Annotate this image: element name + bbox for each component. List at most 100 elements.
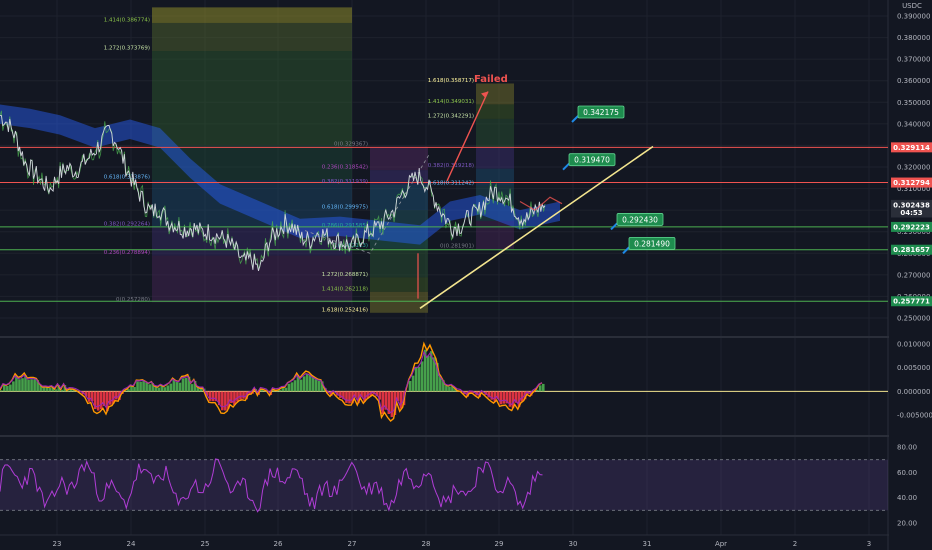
price-tag-text: 0.312794 [893,179,930,187]
fib-level-label: 1.414(0.262118) [322,286,368,292]
macd-histogram-bar [21,378,24,392]
trading-chart[interactable]: 1.414(0.386774) 1.272(0.373769) 0.618(0.31… [0,0,932,550]
macd-histogram-bar [148,384,151,392]
fib-zone [370,146,428,171]
price-callout[interactable]: 0.281490 [622,236,676,255]
macd-histogram-bar [48,387,52,392]
time-tick-label: 3 [867,540,871,548]
macd-histogram-bar [87,391,91,402]
price-tick-label: 0.370000 [897,56,930,64]
macd-histogram-bar [339,391,342,398]
macd-histogram-bar [178,382,182,392]
macd-histogram-bar [166,385,170,392]
macd-histogram-bar [199,388,203,392]
price-tick-label: 0.340000 [897,120,930,128]
macd-histogram-bar [99,391,103,410]
time-tick-label: 30 [569,540,578,548]
macd-histogram-bar [127,389,130,392]
fib-zone [476,147,514,169]
time-tick-label: 28 [422,540,431,548]
fib-level-label: 0.382(0.319218) [428,163,474,169]
macd-histogram-bar [96,391,100,411]
macd-histogram-bar [311,377,315,392]
macd-histogram-bar [290,382,294,392]
currency-label: USDC [902,2,922,10]
time-tick-label: Apr [715,540,727,548]
macd-histogram-bar [305,373,309,392]
time-tick-label: 25 [201,540,210,548]
macd-histogram-bar [142,381,145,392]
macd-histogram-bar [139,381,142,392]
macd-histogram-bar [381,391,385,414]
callout-pointer [610,222,618,231]
macd-histogram-bar [281,388,285,392]
macd-histogram-bar [390,391,394,418]
time-tick-label: 23 [53,540,62,548]
price-tag-text: 0.281657 [893,246,930,254]
fib-zone [476,168,514,186]
fib-zone [476,220,514,250]
macd-tick-label: -0.005000 [897,412,932,420]
fib-level-label: 1.618(0.358717) [428,78,474,84]
macd-histogram-bar [287,383,291,392]
macd-histogram-bar [6,386,9,392]
macd-histogram-bar [236,391,239,402]
macd-histogram-bar [184,377,188,392]
macd-histogram-bar [0,390,3,392]
macd-histogram-bar [130,386,133,392]
macd-histogram-bar [208,391,212,401]
macd-histogram-bar [502,391,506,404]
fib-level-label: 0.618(0.299975) [322,205,368,211]
price-callout[interactable]: 0.342175 [571,105,625,123]
fib-level-label: 1.414(0.386774) [104,17,150,23]
fib-level-label: 0.786(0.291585) [322,223,368,229]
macd-histogram-bar [181,378,185,392]
macd-tick-label: 0.010000 [897,341,930,349]
time-tick-label: 29 [495,540,504,548]
callout-value: 0.292430 [622,215,658,224]
macd-histogram-bar [299,379,303,392]
macd-histogram-bar [224,391,227,411]
macd-histogram-bar [27,379,30,392]
price-axis[interactable]: USDC 0.390000 0.380000 0.370000 0.360000 0.35… [889,0,932,550]
price-tag[interactable]: 0.329114 [891,142,932,153]
rsi-tick-label: 20.00 [897,520,917,528]
macd-histogram-bar [233,391,236,405]
fib-level-label: 1.272(0.268871) [322,272,368,278]
macd-histogram-bar [136,381,139,392]
failed-annotation: Failed [474,74,508,85]
callout-value: 0.342175 [583,108,619,117]
macd-histogram-bar [239,391,242,400]
price-tick-label: 0.250000 [897,315,930,323]
price-tag[interactable]: 0.257771 [891,296,932,307]
price-tag[interactable]: 04:53 [891,207,932,218]
price-tag-text: 0.329114 [893,144,930,152]
macd-histogram-bar [18,379,21,392]
callout-pointer [622,246,630,255]
rsi-tick-label: 40.00 [897,494,917,502]
fib-level-label: 0.382(0.311939) [322,179,368,185]
macd-histogram-bar [211,391,215,402]
rsi-tick-label: 80.00 [897,444,917,452]
rsi-pane [0,458,888,513]
price-tag[interactable]: 0.281657 [891,244,932,255]
macd-histogram-bar [426,355,430,392]
fib-level-label: 0.382(0.292264) [104,221,150,227]
macd-histogram-bar [12,381,15,392]
macd-histogram-bar [284,387,288,392]
macd-histogram-bar [33,379,36,392]
macd-histogram-bar [133,387,136,392]
macd-histogram-bar [414,366,418,392]
fib-zone [152,51,352,146]
time-axis[interactable]: 23 24 25 26 27 28 29 30 31 Apr 2 3 [53,540,872,548]
fib-level-label: 1.414(0.349031) [428,99,474,105]
macd-histogram-bar [175,382,179,392]
rsi-tick-label: 60.00 [897,469,917,477]
macd-histogram-bar [169,383,173,392]
fib-level-label: 0.618(0.311242) [428,180,474,186]
price-tag[interactable]: 0.292223 [891,221,932,232]
time-tick-label: 26 [274,540,283,548]
price-tag[interactable]: 0.312794 [891,177,932,188]
price-tick-label: 0.360000 [897,77,930,85]
macd-histogram-bar [411,375,415,392]
